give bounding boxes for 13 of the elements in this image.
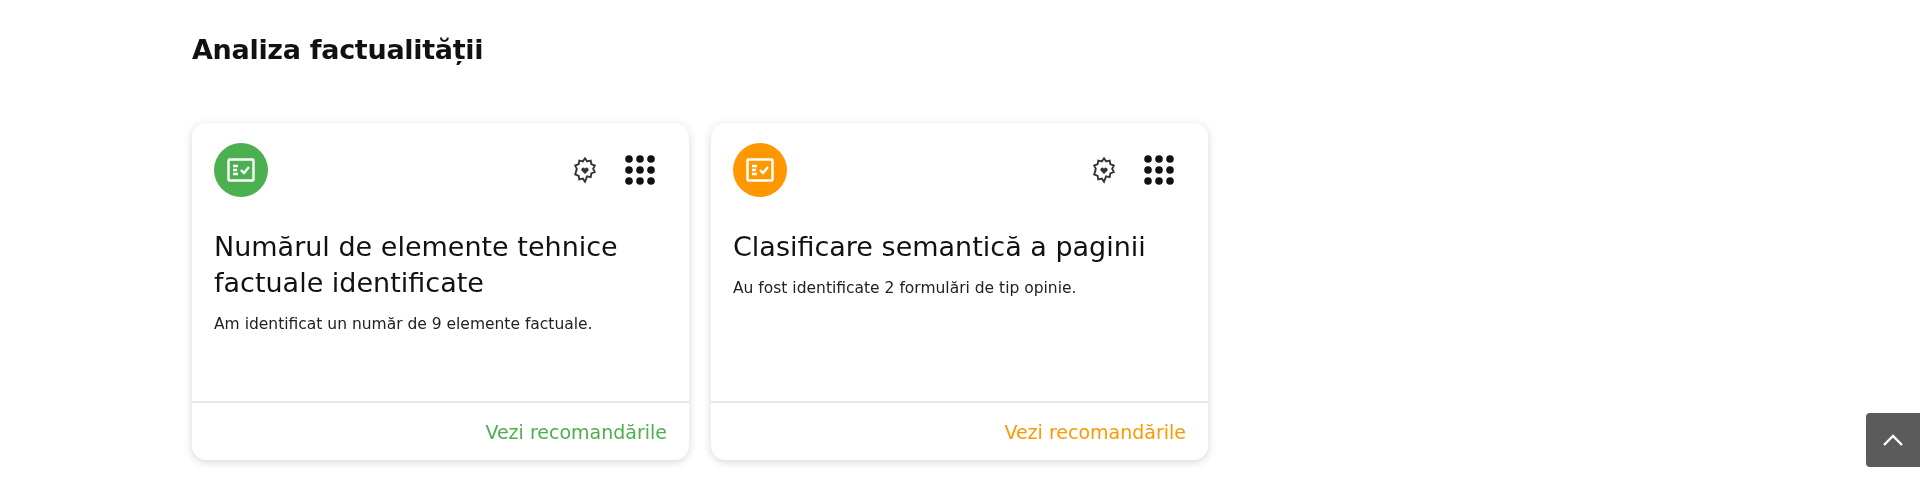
recommendations-link[interactable]: Vezi recomandările bbox=[1004, 420, 1186, 443]
card-description: Au fost identificate 2 formulări de tip opinie. bbox=[733, 279, 1078, 297]
section-heading: Analiza factualității bbox=[192, 34, 485, 65]
chevron-up-icon bbox=[1882, 433, 1904, 447]
grid-dots-icon[interactable] bbox=[625, 155, 655, 185]
back-to-top-button[interactable] bbox=[1866, 413, 1920, 467]
grid-dots-icon[interactable] bbox=[1144, 155, 1174, 185]
recommendations-link[interactable]: Vezi recomandările bbox=[485, 420, 667, 443]
card-title: Clasificare semantică a paginii bbox=[733, 230, 1147, 264]
card-title: Numărul de elemente tehnice factuale identificate bbox=[214, 230, 619, 300]
gear-heart-icon[interactable] bbox=[1090, 156, 1118, 184]
gear-heart-icon[interactable] bbox=[571, 156, 599, 184]
card-description: Am identificat un număr de 9 elemente factuale. bbox=[214, 315, 594, 333]
